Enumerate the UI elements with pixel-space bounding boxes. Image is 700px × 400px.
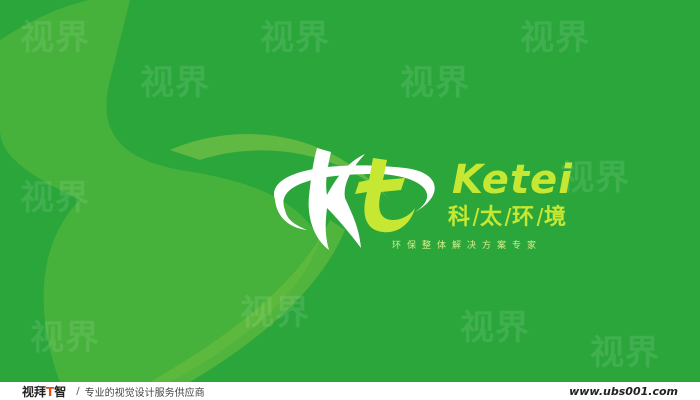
brand-cn-divider	[536, 208, 544, 226]
watermark-text: 视界	[30, 318, 100, 358]
brand-cn-char: 境	[544, 205, 569, 230]
watermark-text: 视界	[140, 63, 210, 103]
watermark-text: 视界	[20, 178, 90, 218]
watermark-text: 视界	[240, 293, 310, 333]
footer-url-link[interactable]: www.ubs001.com	[569, 385, 678, 398]
brand-name: Ketei	[452, 157, 573, 203]
brand-cn-char: 环	[512, 205, 537, 230]
watermark-text: 视界	[460, 308, 530, 348]
footer-brand-part: 拜	[34, 384, 47, 399]
watermark-text: 视界	[20, 18, 90, 58]
brand-cn-char: 科	[448, 205, 473, 230]
brand-cn-char: 太	[480, 205, 505, 230]
footer-separator: /	[76, 385, 80, 397]
logo-k-letter	[308, 148, 365, 250]
brand-cn-divider	[504, 208, 512, 226]
footer-bar: 视拜T智 / 专业的视觉设计服务供应商 www.ubs001.com	[0, 382, 700, 400]
footer-brand-logo: 视拜T智	[22, 383, 66, 400]
footer-slogan: 专业的视觉设计服务供应商	[84, 387, 205, 399]
watermark-text: 视界	[400, 63, 470, 103]
artboard: 视界 视界 视界 视界 视界 视界 视界 视界 视界 视界 视界 Ketei 科…	[0, 0, 700, 382]
watermark-text: 视界	[590, 333, 660, 373]
watermark-text: 视界	[260, 18, 330, 58]
watermark-text: 视界	[520, 18, 590, 58]
brand-cn-divider	[472, 208, 480, 226]
footer-brand-part: 视	[22, 384, 35, 399]
footer-brand-part: 智	[54, 384, 67, 399]
footer-brand-accent: T	[46, 384, 55, 399]
brand-tagline: 环保整体解决方案专家	[392, 241, 543, 251]
brand-chinese-name: 科太环境	[448, 207, 568, 229]
